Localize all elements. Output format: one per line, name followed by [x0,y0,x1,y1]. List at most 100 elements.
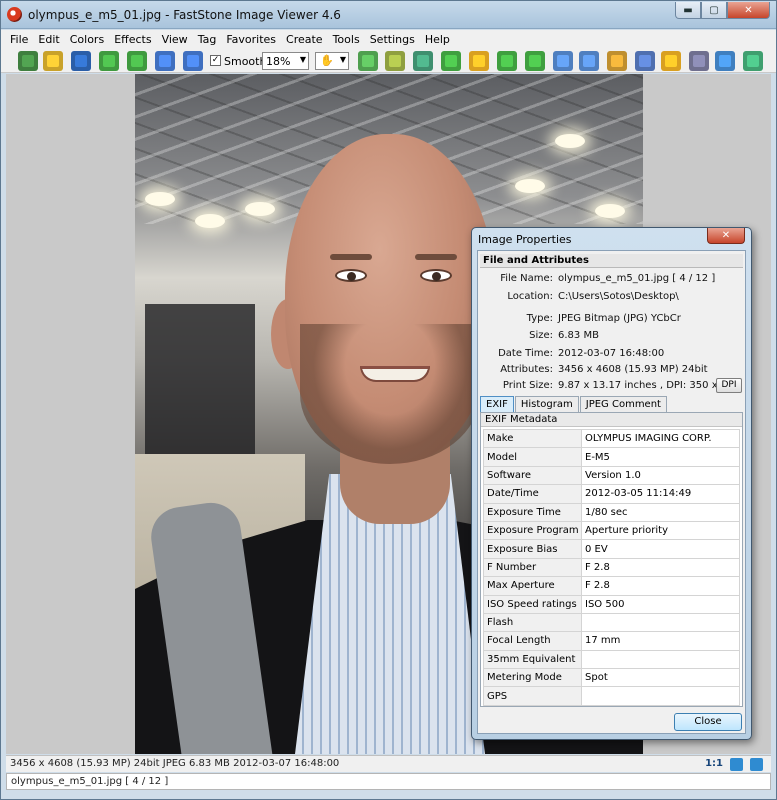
acquire-camera-icon[interactable] [18,51,38,71]
tab-exif[interactable]: EXIF [480,396,514,412]
flip-icon[interactable] [553,51,573,71]
image-info: 3456 x 4608 (15.93 MP) 24bit JPEG 6.83 M… [10,758,340,769]
menu-tools[interactable]: Tools [328,30,365,49]
field-label-print-size: Print Size: [502,380,553,391]
menu-file[interactable]: File [5,30,33,49]
menu-colors[interactable]: Colors [65,30,109,49]
field-value-size: 6.83 MB [558,330,599,341]
photo-light [595,204,625,218]
zoom-ratio[interactable]: 1:1 [705,758,723,769]
zoom-out-icon[interactable] [183,51,203,71]
menu-bar: File Edit Colors Effects View Tag Favori… [1,30,776,49]
table-row[interactable]: Metering Mode Spot [483,668,740,688]
fit-screen-icon[interactable] [730,758,743,771]
dpi-button[interactable]: DPI [716,378,742,393]
exif-value: Spot [581,668,740,688]
smooth-label: Smooth [224,55,267,68]
photo-brow [415,254,457,260]
table-row[interactable]: 35mm Equivalent [483,649,740,670]
exif-value: 17 mm [581,631,740,651]
fit-icon[interactable] [358,51,378,71]
photo-light [145,192,175,206]
app-icon[interactable] [7,7,22,22]
tab-strip: EXIF Histogram JPEG Comment [480,396,668,412]
menu-edit[interactable]: Edit [33,30,64,49]
zoom-in-icon[interactable] [155,51,175,71]
field-value-date-time: 2012-03-07 16:48:00 [558,348,665,359]
zoom-select[interactable]: 18% ▼ [262,52,309,70]
exif-value: 0 EV [581,539,740,559]
print-icon[interactable] [689,51,709,71]
exif-key: Software [483,465,582,486]
table-row[interactable]: Model E-M5 [483,447,740,467]
window-controls: ▬ ▢ ✕ [675,2,770,19]
exif-key: Model [483,447,582,467]
table-row[interactable]: ISO Speed ratings ISO 500 [483,594,740,614]
table-row[interactable]: Focal Length 17 mm [483,631,740,651]
fullscreen-icon[interactable] [750,758,763,771]
close-window-button[interactable]: ✕ [727,2,770,19]
field-value-print-size: 9.87 x 13.17 inches , DPI: 350 x 350 [558,380,740,391]
smooth-checkbox[interactable]: ✓ [210,55,221,66]
fullscreen-icon[interactable] [743,51,763,71]
open-folder-icon[interactable] [43,51,63,71]
window-title: olympus_e_m5_01.jpg - FastStone Image Vi… [28,8,341,22]
tab-histogram[interactable]: Histogram [514,396,579,412]
tag-icon[interactable] [441,51,461,71]
draw-icon[interactable] [635,51,655,71]
table-row[interactable]: Exposure Bias 0 EV [483,539,740,559]
field-label-location: Location: [507,291,553,302]
field-value-location: C:\Users\Sotos\Desktop\ [558,291,679,302]
photo-eye [420,269,452,282]
crop-icon[interactable] [607,51,627,71]
previous-icon[interactable] [99,51,119,71]
table-row[interactable]: Exposure Program Aperture priority [483,520,740,541]
properties-icon[interactable] [715,51,735,71]
table-row[interactable]: Flash [483,612,740,633]
mouse-mode-select[interactable]: ✋ ▼ [315,52,349,70]
menu-effects[interactable]: Effects [109,30,156,49]
photo-light [555,134,585,148]
table-row[interactable]: F Number F 2.8 [483,557,740,578]
title-bar[interactable]: olympus_e_m5_01.jpg - FastStone Image Vi… [1,1,776,29]
exif-value [581,649,740,670]
email-icon[interactable] [661,51,681,71]
close-button[interactable]: Close [674,713,742,731]
exif-key: Max Aperture [483,576,582,596]
exif-key: Flash [483,612,582,633]
exif-key: GPS [483,686,582,706]
table-row[interactable]: Max Aperture F 2.8 [483,576,740,596]
next-icon[interactable] [127,51,147,71]
adjust-colors-icon[interactable] [469,51,489,71]
photo-eye [335,269,367,282]
slideshow-icon[interactable] [413,51,433,71]
dialog-body: File and Attributes File Name: olympus_e… [477,250,746,734]
actual-size-icon[interactable] [385,51,405,71]
exif-value: E-M5 [581,447,740,467]
table-row[interactable]: Make OLYMPUS IMAGING CORP. [483,428,740,449]
table-row[interactable]: Exposure Time 1/80 sec [483,502,740,522]
minimize-button[interactable]: ▬ [675,2,701,19]
table-row[interactable]: Software Version 1.0 [483,465,740,486]
table-row[interactable]: GPS [483,686,740,706]
tab-jpeg-comment[interactable]: JPEG Comment [579,396,667,412]
menu-view[interactable]: View [157,30,193,49]
menu-tag[interactable]: Tag [193,30,222,49]
exif-panel[interactable]: EXIF Metadata Make OLYMPUS IMAGING CORP. M… [480,412,743,707]
maximize-button[interactable]: ▢ [701,2,727,19]
photo-brow [330,254,372,260]
exif-key: Date/Time [483,484,582,504]
menu-favorites[interactable]: Favorites [221,30,281,49]
save-icon[interactable] [71,51,91,71]
chevron-down-icon: ▼ [339,55,346,64]
main-window: olympus_e_m5_01.jpg - FastStone Image Vi… [0,0,777,800]
rotate-left-icon[interactable] [497,51,517,71]
resize-icon[interactable] [579,51,599,71]
table-row[interactable]: Date/Time 2012-03-05 11:14:49 [483,484,740,504]
rotate-right-icon[interactable] [525,51,545,71]
menu-help[interactable]: Help [420,30,455,49]
menu-settings[interactable]: Settings [365,30,420,49]
dialog-close-icon[interactable]: ✕ [707,228,745,244]
chevron-down-icon: ▼ [299,55,306,64]
menu-create[interactable]: Create [281,30,328,49]
